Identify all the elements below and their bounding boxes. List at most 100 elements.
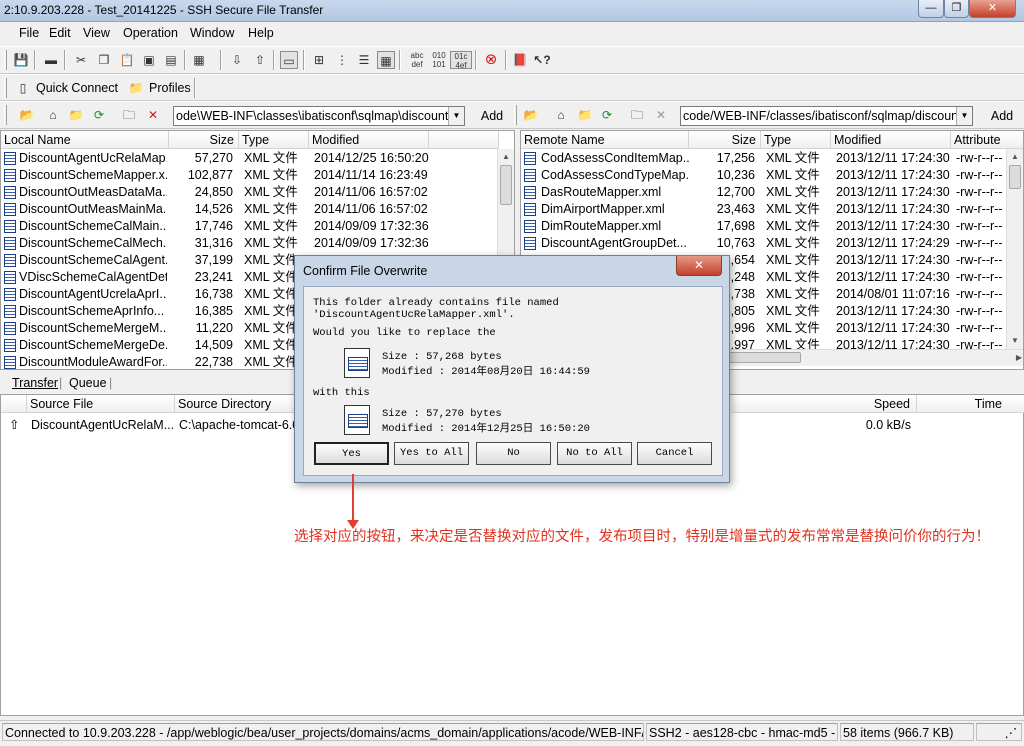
local-file-row[interactable]: DiscountAgentUcRelaMap... 57,270 XML 文件 201… (1, 150, 514, 167)
local-path-combobox[interactable]: ode\WEB-INF\classes\ibatisconf\sqlmap\di… (173, 106, 465, 126)
scroll-thumb[interactable] (1009, 165, 1021, 189)
no-button[interactable]: No (476, 442, 551, 465)
remote-refresh-icon[interactable]: ⟳ (598, 106, 616, 124)
auto-mode-icon[interactable]: 01c 4ef (450, 51, 472, 70)
profiles-button[interactable]: Profiles (149, 81, 191, 95)
new-terminal-icon[interactable]: ▣ (140, 51, 158, 69)
transfer-col-source-directory[interactable]: Source Directory (175, 395, 297, 413)
scroll-thumb[interactable] (727, 352, 801, 363)
local-col-size[interactable]: Size (169, 131, 239, 149)
menu-help[interactable]: Help (248, 26, 274, 40)
paste-icon[interactable]: 📋 (118, 51, 136, 69)
transfer-col-speed[interactable]: Speed (731, 395, 917, 413)
dialog-close-button[interactable]: ✕ (676, 256, 722, 276)
local-refresh-icon[interactable]: ⟳ (90, 106, 108, 124)
scroll-down-icon[interactable]: ▼ (1007, 333, 1023, 349)
help-book-icon[interactable]: 📕 (511, 51, 529, 69)
local-col-type[interactable]: Type (239, 131, 309, 149)
binary-mode-icon[interactable]: 010 101 (429, 51, 449, 69)
maximize-button[interactable]: ❐ (944, 0, 969, 18)
close-button[interactable]: ✕ (969, 0, 1016, 18)
transfer-col-time[interactable]: Time (917, 395, 1024, 413)
chevron-down-icon[interactable]: ▼ (448, 107, 464, 125)
remote-file-row[interactable]: DimRouteMapper.xml 17,698 XML 文件 2013/12/11… (521, 218, 1023, 235)
toolbar-grip[interactable] (4, 50, 7, 70)
local-col-sort-indicator[interactable]: ▽ (429, 131, 499, 149)
save-icon[interactable]: 💾 (12, 51, 30, 69)
remote-file-row[interactable]: CodAssessCondTypeMap... 10,236 XML 文件 2013/… (521, 167, 1023, 184)
remote-col-size[interactable]: Size (689, 131, 761, 149)
remote-type: XML 文件 (766, 287, 820, 301)
upload-arrow-icon[interactable]: ⇧ (251, 51, 269, 69)
scroll-thumb[interactable] (500, 165, 512, 205)
download-arrow-icon[interactable]: ⇩ (228, 51, 246, 69)
remote-vertical-scrollbar[interactable]: ▲ ▼ (1006, 149, 1023, 349)
remote-col-modified[interactable]: Modified (831, 131, 951, 149)
new-file-transfer-icon[interactable]: ▤ (162, 51, 180, 69)
chevron-down-icon[interactable]: ▼ (956, 107, 972, 125)
details-view-icon[interactable]: ▦ (377, 51, 395, 69)
local-file-row[interactable]: DiscountOutMeasDataMa... 24,850 XML 文件 2014… (1, 184, 514, 201)
local-file-row[interactable]: DiscountSchemeCalMain... 17,746 XML 文件 2014… (1, 218, 514, 235)
settings-icon[interactable]: ▦ (190, 51, 208, 69)
local-file-row[interactable]: DiscountSchemeMapper.x... 102,877 XML 文件 20… (1, 167, 514, 184)
toolbar-grip[interactable] (4, 78, 7, 98)
toolbar-grip[interactable] (514, 105, 517, 125)
print-icon[interactable]: ▬ (42, 51, 60, 69)
context-help-icon[interactable]: ↖? (533, 51, 551, 69)
list-view-icon[interactable]: ☰ (355, 51, 373, 69)
no-to-all-button[interactable]: No to All (557, 442, 632, 465)
remote-file-row[interactable]: DimAirportMapper.xml 23,463 XML 文件 2013/12/… (521, 201, 1023, 218)
minimize-button[interactable]: — (918, 0, 944, 18)
menu-window[interactable]: Window (190, 26, 234, 40)
scroll-up-icon[interactable]: ▲ (1007, 149, 1023, 165)
toolbar-grip[interactable] (4, 105, 7, 125)
large-icons-icon[interactable]: ⊞ (310, 51, 328, 69)
local-file-row[interactable]: DiscountOutMeasMainMa... 14,526 XML 文件 2014… (1, 201, 514, 218)
local-new-folder-icon[interactable]: 🗀 (120, 106, 138, 124)
transfer-col-source-file[interactable]: Source File (27, 395, 175, 413)
remote-add-button[interactable]: Add (984, 106, 1020, 126)
local-delete-icon[interactable]: ✕ (144, 106, 162, 124)
remote-col-name[interactable]: Remote Name (521, 131, 689, 149)
cancel-button[interactable]: Cancel (637, 442, 712, 465)
menu-view[interactable]: View (83, 26, 110, 40)
menu-operation[interactable]: Operation (123, 26, 178, 40)
remote-new-folder-icon[interactable]: 🗀 (628, 106, 646, 124)
yes-button[interactable]: Yes (314, 442, 389, 465)
remote-view-icon[interactable]: ▭ (280, 51, 298, 69)
local-file-row[interactable]: DiscountSchemeCalMech... 31,316 XML 文件 2014… (1, 235, 514, 252)
remote-delete-icon[interactable]: ✕ (652, 106, 670, 124)
ascii-mode-icon[interactable]: abc def (406, 51, 428, 69)
resize-grip-icon[interactable]: ⋰ (976, 723, 1022, 741)
remote-file-row[interactable]: CodAssessCondItemMap... 17,256 XML 文件 2013/… (521, 150, 1023, 167)
local-col-modified[interactable]: Modified (309, 131, 429, 149)
remote-up-folder-icon[interactable]: 📂 (522, 106, 540, 124)
yes-to-all-button[interactable]: Yes to All (394, 442, 469, 465)
remote-home-icon[interactable]: ⌂ (552, 106, 570, 124)
copy-icon[interactable]: ❐ (95, 51, 113, 69)
local-up-folder-icon[interactable]: 📂 (18, 106, 36, 124)
remote-path-combobox[interactable]: code/WEB-INF/classes/ibatisconf/sqlmap/d… (680, 106, 973, 126)
remote-col-type[interactable]: Type (761, 131, 831, 149)
remote-parent-folder-icon[interactable]: 📁 (576, 106, 594, 124)
tab-queue[interactable]: Queue (69, 376, 107, 390)
local-add-button[interactable]: Add (474, 106, 510, 126)
scroll-up-icon[interactable]: ▲ (498, 149, 514, 165)
tab-transfer[interactable]: Transfer (12, 376, 58, 390)
quick-connect-button[interactable]: Quick Connect (36, 81, 118, 95)
remote-file-row[interactable]: DiscountAgentGroupDet... 10,763 XML 文件 2013… (521, 235, 1023, 252)
toolbar-separator (273, 50, 275, 70)
disconnect-icon[interactable]: ⊗ (482, 51, 500, 69)
scroll-right-icon[interactable]: ▶ (1016, 350, 1022, 365)
transfer-col-direction[interactable] (1, 395, 27, 413)
remote-col-attribute[interactable]: Attribute (951, 131, 1023, 149)
local-parent-folder-icon[interactable]: 📁 (67, 106, 85, 124)
local-col-name[interactable]: Local Name (1, 131, 169, 149)
local-home-icon[interactable]: ⌂ (44, 106, 62, 124)
menu-file[interactable]: File (19, 26, 39, 40)
small-icons-icon[interactable]: ⋮ (333, 51, 351, 69)
menu-edit[interactable]: Edit (49, 26, 71, 40)
cut-icon[interactable]: ✂ (72, 51, 90, 69)
remote-file-row[interactable]: DasRouteMapper.xml 12,700 XML 文件 2013/12/11… (521, 184, 1023, 201)
